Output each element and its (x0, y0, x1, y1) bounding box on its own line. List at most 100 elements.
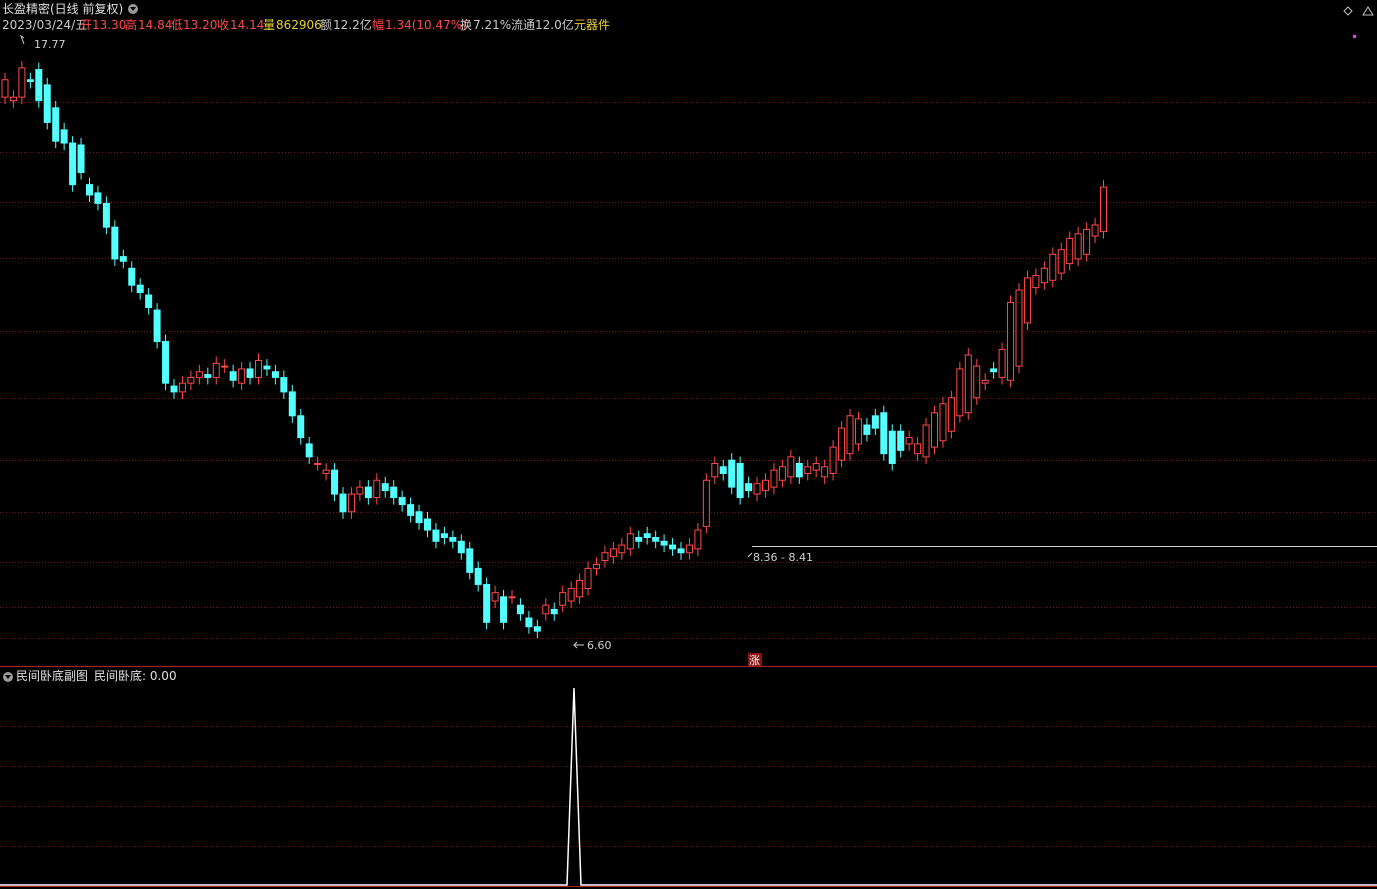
limit-up-text: 涨 (749, 654, 760, 667)
candle-body (1049, 253, 1057, 281)
candle-body (812, 462, 820, 471)
candle-body (1023, 277, 1031, 324)
candle-body (1091, 224, 1099, 237)
candle-body (1074, 233, 1082, 260)
candle-body (347, 493, 355, 513)
candle-body (356, 486, 364, 495)
candle-body (745, 483, 753, 492)
candle-body (390, 486, 398, 499)
candle-body (643, 533, 651, 539)
candle-body (187, 376, 195, 384)
candle-body (753, 483, 761, 495)
candle-body (559, 592, 567, 606)
candle-body (871, 415, 879, 429)
candle-body (364, 486, 372, 499)
candle-body (246, 368, 254, 378)
candle-body (702, 479, 710, 527)
limit-up-badge[interactable]: 涨 (748, 653, 762, 667)
candle-body (500, 596, 508, 623)
candle-body (238, 368, 246, 384)
low-marker: 6.60 (573, 639, 612, 652)
candle-body (931, 412, 938, 448)
candle-body (170, 385, 178, 393)
candle-body (1, 79, 9, 98)
candle-body (804, 466, 812, 474)
candle-body (854, 418, 862, 445)
candle-body (43, 84, 51, 123)
candle-body (998, 349, 1006, 378)
candle-body (601, 552, 609, 562)
range-marker: 8.36 - 8.41 (747, 551, 813, 564)
candlestick-series (1, 60, 1107, 639)
indicator-line (0, 687, 1377, 886)
candle-body (339, 493, 347, 513)
candle-body (449, 537, 457, 542)
candle-body (593, 563, 600, 569)
candle-body (297, 415, 305, 439)
candle-body (1032, 274, 1040, 289)
candle-body (719, 466, 727, 474)
candle-body (973, 365, 981, 399)
candle-body (584, 567, 592, 590)
corner-icons[interactable] (1343, 6, 1374, 38)
candle-body (778, 466, 786, 481)
low-mark-text: 6.60 (587, 639, 612, 652)
candle-body (829, 446, 837, 474)
candle-body (136, 284, 144, 294)
candle-body (914, 443, 922, 455)
candle-body (288, 391, 296, 417)
candle-body (626, 533, 634, 550)
candle-body (35, 69, 43, 102)
candle-body (280, 376, 288, 393)
candle-body (77, 144, 85, 173)
candle-body (26, 79, 34, 82)
candle-body (1015, 289, 1023, 367)
candle-body (474, 567, 482, 585)
triangle-up-icon (1362, 6, 1374, 16)
candle-body (305, 443, 313, 458)
candle-body (660, 540, 668, 546)
candle-body (373, 479, 381, 499)
candle-body (145, 294, 153, 309)
candle-body (567, 588, 575, 602)
candle-body (838, 427, 846, 461)
candle-body (440, 533, 448, 539)
marker-dot (1353, 35, 1356, 38)
candle-body (314, 462, 322, 465)
candle-body (770, 469, 778, 488)
candle-body (863, 424, 871, 435)
candle-body (491, 592, 499, 602)
candle-body (212, 362, 220, 378)
candle-body (516, 604, 524, 615)
candle-body (424, 518, 431, 531)
indicator-plot (0, 687, 1377, 886)
candle-body (102, 202, 110, 228)
candle-body (897, 430, 905, 451)
candle-body (609, 548, 617, 558)
candle-body (795, 462, 803, 478)
candle-body (255, 360, 262, 378)
candle-body (711, 462, 719, 478)
candle-body (981, 379, 989, 384)
candle-body (162, 340, 170, 384)
candle-body (880, 412, 888, 455)
candle-body (728, 459, 736, 488)
candle-body (922, 424, 930, 458)
candle-body (888, 430, 896, 464)
candle-body (1040, 267, 1048, 284)
candle-body (322, 469, 330, 474)
candle-body (508, 596, 516, 599)
candle-body (119, 256, 127, 262)
candle-body (331, 469, 339, 495)
high-marker: 17.77 (19, 34, 66, 51)
kline-chart[interactable]: 17.77 6.60 8.36 - 8.41 涨 (0, 0, 1377, 889)
candle-body (947, 397, 955, 432)
candle-body (787, 456, 795, 478)
candle-body (618, 544, 626, 554)
candle-body (542, 604, 550, 615)
candle-body (415, 511, 423, 524)
candle-body (457, 540, 465, 554)
candle-body (52, 107, 60, 142)
candle-body (1057, 249, 1065, 274)
candle-body (1066, 237, 1074, 265)
